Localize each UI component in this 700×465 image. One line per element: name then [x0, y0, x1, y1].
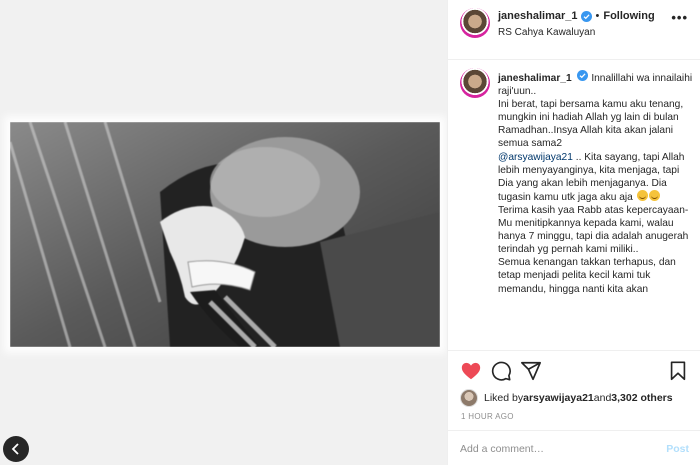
- caption-line-2: Ini berat, tapi bersama kamu aku tenang,…: [498, 99, 684, 150]
- save-button[interactable]: [667, 360, 689, 382]
- comment-icon: [491, 361, 511, 381]
- location-link[interactable]: RS Cahya Kawaluyan: [498, 27, 595, 38]
- post-timestamp: 1 HOUR AGO: [461, 412, 514, 421]
- following-button[interactable]: Following: [603, 10, 654, 22]
- heart-icon: [461, 362, 481, 380]
- comment-button[interactable]: [490, 360, 512, 382]
- verified-badge-icon: [580, 10, 592, 22]
- smile-emoji-icon: [636, 189, 648, 201]
- like-button[interactable]: [460, 360, 482, 382]
- likes-count[interactable]: 3,302 others: [611, 392, 672, 404]
- likes-middle: and: [593, 392, 612, 404]
- post-media-area: [0, 0, 447, 465]
- chevron-left-icon: [11, 443, 19, 455]
- caption-text: janeshalimar_1 Innalillahi wa innailaihi…: [498, 70, 694, 296]
- author-username[interactable]: janeshalimar_1: [498, 10, 578, 22]
- caption-line-4: Terima kasih yaa Rabb atas kepercayaan-M…: [498, 204, 689, 256]
- post-photo[interactable]: [10, 122, 440, 347]
- liker-avatar[interactable]: [460, 389, 478, 407]
- post-sidebar: janeshalimar_1 • Following RS Cahya Kawa…: [447, 0, 700, 465]
- author-avatar[interactable]: [460, 8, 490, 38]
- liker-username[interactable]: arsyawijaya21: [523, 392, 594, 404]
- share-button[interactable]: [520, 360, 542, 382]
- caption-area: janeshalimar_1 Innalillahi wa innailaihi…: [448, 60, 700, 350]
- action-bar: [448, 350, 700, 390]
- post-header: janeshalimar_1 • Following RS Cahya Kawa…: [448, 0, 700, 60]
- previous-post-button[interactable]: [3, 436, 29, 462]
- bookmark-icon: [670, 361, 686, 381]
- separator-dot: •: [595, 10, 600, 22]
- likes-summary: Liked by arsyawijaya21 and 3,302 others: [460, 388, 673, 408]
- caption-line-5: Semua kenangan takkan terhapus, dan teta…: [498, 257, 676, 295]
- caption-avatar[interactable]: [460, 68, 490, 98]
- comment-input[interactable]: [460, 440, 650, 458]
- caption-username[interactable]: janeshalimar_1: [498, 73, 572, 84]
- smile-emoji-icon: [648, 189, 660, 201]
- share-icon: [521, 361, 541, 381]
- verified-badge-icon: [577, 70, 589, 81]
- more-options-button[interactable]: •••: [671, 10, 688, 25]
- likes-prefix: Liked by: [484, 392, 524, 404]
- comment-bar: Post: [448, 430, 700, 465]
- post-comment-button[interactable]: Post: [666, 443, 689, 455]
- mention-link[interactable]: @arsyawijaya21: [498, 152, 573, 163]
- photo-illustration: [10, 122, 440, 347]
